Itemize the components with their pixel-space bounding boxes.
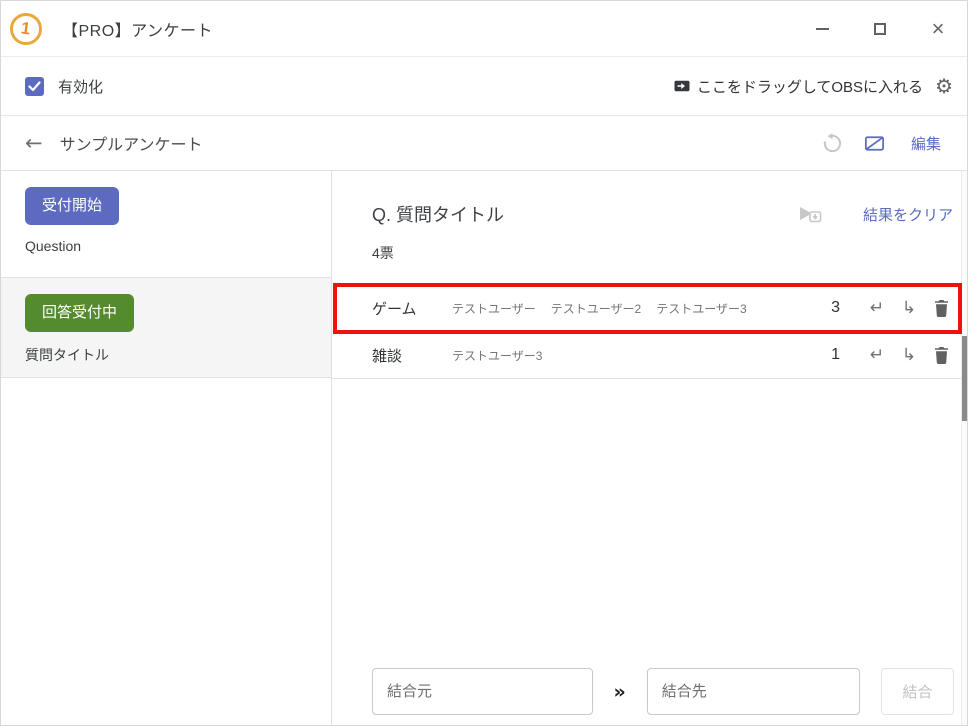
choice-users: テストユーザー3 — [452, 347, 806, 364]
close-button[interactable]: × — [909, 1, 967, 56]
question-sidebar: 受付開始 Question 回答受付中 質問タイトル — [1, 171, 332, 725]
edit-link[interactable]: 編集 — [911, 133, 941, 154]
question-item-title: 質問タイトル — [25, 345, 307, 365]
clear-results-link[interactable]: 結果をクリア — [863, 204, 953, 225]
merge-dest-input[interactable] — [647, 668, 860, 715]
choice-list: ゲーム テストユーザーテストユーザー2 テストユーザー3 3 ↵ ↳ 雑談 テスト… — [332, 285, 962, 379]
vote-count-label: 4票 — [372, 243, 953, 263]
question-title: Q. 質問タイトル — [372, 201, 504, 227]
choice-users: テストユーザーテストユーザー2 テストユーザー3 — [452, 300, 806, 317]
survey-header: ← サンプルアンケート 編集 — [1, 116, 967, 171]
app-logo-icon: 1 — [10, 13, 42, 45]
titlebar: 1 【PRO】アンケート × — [1, 1, 967, 57]
back-button[interactable]: ← — [25, 131, 43, 155]
history-icon[interactable] — [821, 132, 844, 155]
question-actions: 結果をクリア — [797, 202, 953, 226]
choice-user: テストユーザー2 — [551, 300, 641, 317]
question-status-button[interactable]: 回答受付中 — [25, 294, 134, 332]
obs-drag-area[interactable]: ここをドラッグしてOBSに入れる ⚙ — [673, 74, 953, 98]
merge-button[interactable]: 結合 — [881, 668, 954, 715]
choice-label: ゲーム — [372, 298, 452, 319]
trash-icon[interactable] — [930, 300, 952, 317]
body: 受付開始 Question 回答受付中 質問タイトル Q. 質問タイトル 結果を… — [1, 171, 967, 725]
vertical-scrollbar[interactable] — [961, 171, 967, 725]
question-list-item[interactable]: 受付開始 Question — [1, 171, 331, 278]
choice-count: 3 — [806, 299, 840, 317]
branch-arrow-icon[interactable]: ↳ — [898, 298, 920, 318]
maximize-icon — [874, 23, 886, 35]
choice-count: 1 — [806, 346, 840, 364]
survey-actions: 編集 — [821, 132, 941, 155]
choice-user: テストユーザー — [452, 300, 536, 317]
minimize-icon — [816, 28, 829, 30]
choice-user: テストユーザー3 — [656, 300, 746, 317]
scrollbar-thumb[interactable] — [962, 336, 967, 421]
question-header: Q. 質問タイトル 結果をクリア — [372, 201, 953, 227]
survey-title: サンプルアンケート — [60, 131, 203, 155]
checkbox-checked-icon[interactable] — [25, 77, 44, 96]
choice-user: テストユーザー3 — [452, 347, 542, 364]
return-arrow-icon[interactable]: ↵ — [866, 298, 888, 318]
settings-gear-icon[interactable]: ⚙ — [935, 74, 953, 98]
trash-icon[interactable] — [930, 347, 952, 364]
merge-source-input[interactable] — [372, 668, 593, 715]
enable-row: 有効化 ここをドラッグしてOBSに入れる ⚙ — [1, 57, 967, 116]
choice-row[interactable]: ゲーム テストユーザーテストユーザー2 テストユーザー3 3 ↵ ↳ — [332, 285, 962, 332]
branch-arrow-icon[interactable]: ↳ — [898, 345, 920, 365]
tv-off-icon[interactable] — [863, 132, 886, 155]
choice-label: 雑談 — [372, 345, 452, 366]
send-to-screen-icon[interactable] — [797, 202, 823, 226]
minimize-button[interactable] — [793, 1, 851, 56]
return-arrow-icon[interactable]: ↵ — [866, 345, 888, 365]
app-window: 1 【PRO】アンケート × 有効化 ここをドラッグしてOBSに入れる ⚙ ← … — [0, 0, 968, 726]
app-logo-glyph: 1 — [20, 19, 32, 37]
maximize-button[interactable] — [851, 1, 909, 56]
merge-arrow-icon: » — [614, 681, 626, 703]
obs-input-icon — [673, 77, 691, 95]
question-list-item[interactable]: 回答受付中 質問タイトル — [1, 278, 331, 378]
question-status-button[interactable]: 受付開始 — [25, 187, 119, 225]
merge-bar: » 結合 — [372, 668, 954, 715]
results-panel: Q. 質問タイトル 結果をクリア 4票 ゲーム テストユーザーテストユーザー2テ… — [332, 171, 967, 725]
window-controls: × — [793, 1, 967, 56]
window-title: 【PRO】アンケート — [62, 17, 213, 41]
choice-row[interactable]: 雑談 テストユーザー3 1 ↵ ↳ — [332, 332, 962, 379]
question-item-title: Question — [25, 238, 307, 254]
enable-toggle[interactable]: 有効化 — [25, 76, 103, 97]
enable-label: 有効化 — [58, 76, 103, 97]
obs-drag-label: ここをドラッグしてOBSに入れる — [697, 76, 923, 97]
